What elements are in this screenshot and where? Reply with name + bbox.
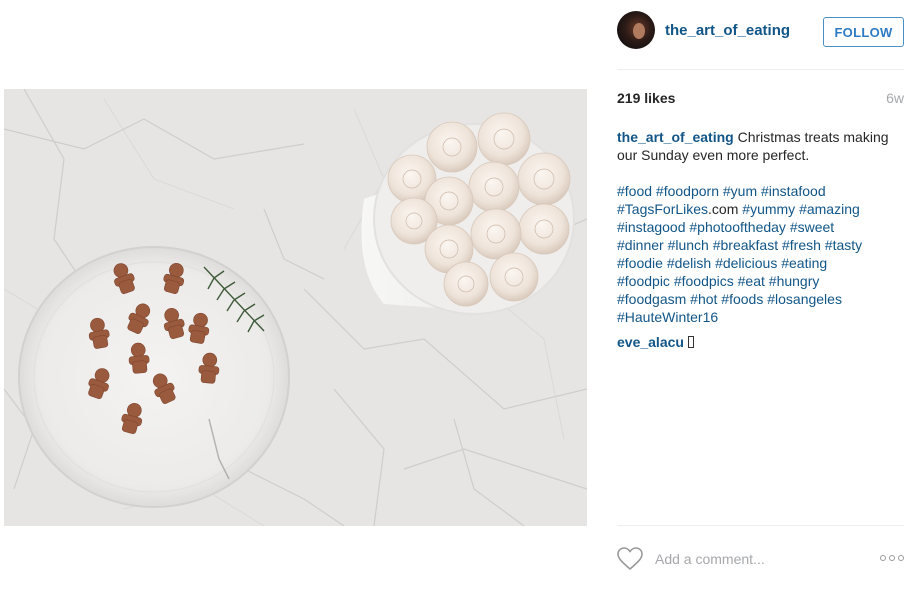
caption-username[interactable]: the_art_of_eating <box>617 129 734 145</box>
hashtag-plain-text: .com <box>708 201 739 217</box>
profile-avatar[interactable] <box>617 11 655 49</box>
comment-bar <box>617 545 904 573</box>
header-divider <box>617 69 904 70</box>
likes-row: 219 likes 6w <box>617 90 904 110</box>
follow-button[interactable]: FOLLOW <box>823 17 904 47</box>
more-dot <box>889 555 895 561</box>
hashtag-line[interactable]: #foodie #delish #delicious #eating <box>617 254 904 272</box>
post-details-panel: the_art_of_eating FOLLOW 219 likes 6w th… <box>617 0 904 590</box>
comment-username[interactable]: eve_alacu <box>617 334 684 350</box>
hashtag-line[interactable]: #dinner #lunch #breakfast #fresh #tasty <box>617 236 904 254</box>
header-username[interactable]: the_art_of_eating <box>665 22 790 39</box>
hashtag-line-2: #TagsForLikes.com #yummy #amazing <box>617 200 904 218</box>
more-dot <box>880 555 886 561</box>
likes-count[interactable]: 219 likes <box>617 90 675 106</box>
hashtag-line[interactable]: #foodgasm #hot #foods #losangeles <box>617 290 904 308</box>
avatar-face <box>633 23 645 39</box>
more-dot <box>898 555 904 561</box>
comments-divider <box>617 525 904 526</box>
hashtag-link[interactable]: #yummy #amazing <box>738 201 860 217</box>
food-photo <box>4 89 587 526</box>
unknown-glyph-icon <box>687 336 694 348</box>
add-comment-input[interactable] <box>655 550 855 568</box>
hashtags: #food #foodporn #yum #instafood #TagsFor… <box>617 182 904 326</box>
hashtag-link[interactable]: #TagsForLikes <box>617 201 708 217</box>
hashtag-line[interactable]: #foodpic #foodpics #eat #hungry <box>617 272 904 290</box>
hashtag-line[interactable]: #instagood #photooftheday #sweet <box>617 218 904 236</box>
post-photo[interactable] <box>4 89 587 526</box>
comment: eve_alacu <box>617 333 694 351</box>
hashtag-line[interactable]: #food #foodporn #yum #instafood <box>617 182 904 200</box>
post-age[interactable]: 6w <box>886 90 904 106</box>
more-options-icon[interactable] <box>880 553 904 563</box>
caption: the_art_of_eating Christmas treats makin… <box>617 128 904 164</box>
hashtag-line[interactable]: #HauteWinter16 <box>617 308 904 326</box>
post-header: the_art_of_eating FOLLOW <box>617 11 904 51</box>
heart-outline-icon[interactable] <box>617 547 643 571</box>
